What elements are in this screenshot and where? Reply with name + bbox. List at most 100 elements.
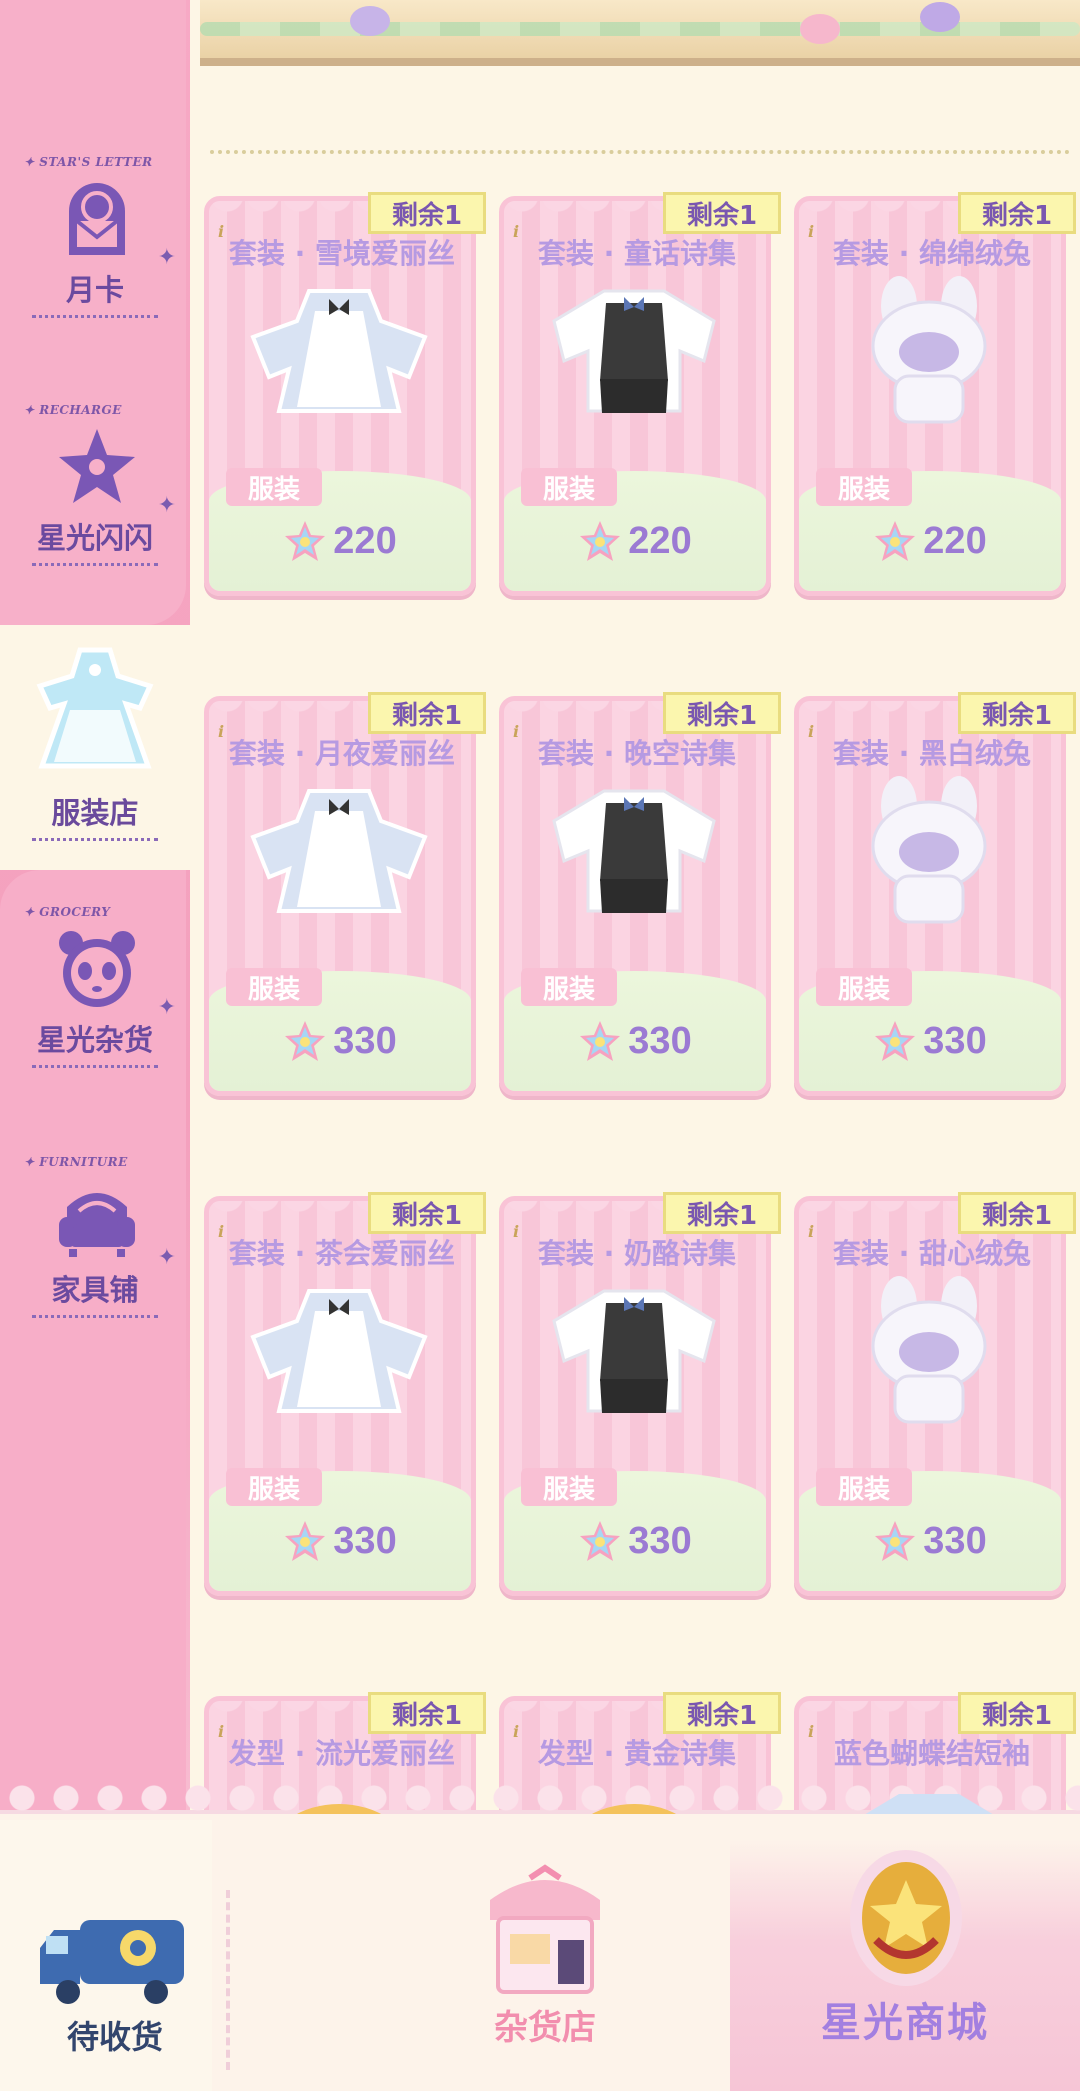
price-tag: 330 <box>499 1514 771 1568</box>
price-tag: 330 <box>794 1014 1066 1068</box>
sidebar-item-label: 服装店 <box>51 796 139 830</box>
star-crystal-icon <box>580 1521 621 1561</box>
sparkle-icon: ✦ <box>157 245 176 270</box>
starlight-mall-label: 星光商城 <box>821 2000 989 2046</box>
star-crystal-icon <box>875 521 916 561</box>
product-title: 套装 · 童话诗集 <box>537 237 737 270</box>
dotted-underline <box>32 838 158 841</box>
flower-icon <box>800 14 840 44</box>
starlight-mall-button[interactable]: 星光商城 <box>730 1840 1080 2091</box>
product-title: 套装 · 茶会爱丽丝 <box>228 1237 456 1270</box>
star-crystal-icon <box>285 521 326 561</box>
product-card[interactable]: 剩余1 i 套装 · 绵绵绒兔 服装 220 <box>794 192 1076 596</box>
sidebar-item-tag: GROCERY <box>24 905 110 919</box>
sidebar-item-label: 星光杂货 <box>36 1023 153 1057</box>
remaining-badge: 剩余1 <box>368 1692 486 1734</box>
price-tag: 220 <box>794 514 1066 568</box>
price-tag: 220 <box>204 514 476 568</box>
product-title: 套装 · 雪境爱丽丝 <box>228 237 456 270</box>
top-banner-decoration <box>200 0 1080 66</box>
price-amount: 330 <box>628 1519 692 1562</box>
product-card[interactable]: 剩余1 i 套装 · 黑白绒兔 服装 330 <box>794 692 1076 1096</box>
product-title: 套装 · 绵绵绒兔 <box>832 237 1032 270</box>
price-amount: 220 <box>923 519 987 562</box>
vest-suit-icon <box>539 276 729 426</box>
sidebar-item-tag: STAR'S LETTER <box>24 155 153 169</box>
product-title: 套装 · 甜心绒兔 <box>832 1237 1032 1270</box>
product-title: 套装 · 月夜爱丽丝 <box>228 737 456 770</box>
grocery-store-button[interactable]: 杂货店 <box>470 1860 620 2060</box>
pending-delivery-button[interactable]: 待收货 <box>40 1900 190 2060</box>
product-card[interactable]: 剩余1 i 套装 · 雪境爱丽丝 服装 220 <box>204 192 486 596</box>
star-crystal-icon <box>285 1021 326 1061</box>
product-card[interactable]: 剩余1 i 套装 · 晚空诗集 服装 330 <box>499 692 781 1096</box>
sidebar-item-label: 月卡 <box>65 273 124 307</box>
remaining-badge: 剩余1 <box>958 192 1076 234</box>
divider <box>210 150 1070 154</box>
price-amount: 330 <box>923 1519 987 1562</box>
sidebar-item-recharge[interactable]: RECHARGE 星光闪闪 ✦ <box>0 403 190 613</box>
remaining-badge: 剩余1 <box>663 1192 781 1234</box>
sparkle-icon: ✦ <box>157 493 176 518</box>
product-title: 发型 · 流光爱丽丝 <box>228 1737 456 1770</box>
grocery-store-label: 杂货店 <box>494 2008 596 2048</box>
sidebar-item-tag: RECHARGE <box>24 403 122 417</box>
star-flower-icon <box>55 425 139 509</box>
category-badge: 服装 <box>521 1468 617 1506</box>
dotted-underline <box>32 315 158 318</box>
price-amount: 330 <box>923 1019 987 1062</box>
sidebar-item-label: 家具铺 <box>51 1273 139 1307</box>
remaining-badge: 剩余1 <box>663 192 781 234</box>
sidebar-item-furniture[interactable]: FURNITURE 家具铺 ✦ <box>0 1155 190 1365</box>
remaining-badge: 剩余1 <box>958 692 1076 734</box>
bunny-costume-icon <box>834 276 1024 426</box>
dress-outfit-icon <box>244 276 434 426</box>
remaining-badge: 剩余1 <box>368 1192 486 1234</box>
pending-delivery-label: 待收货 <box>66 2018 163 2056</box>
product-card[interactable]: 剩余1 i 套装 · 奶酪诗集 服装 330 <box>499 1192 781 1596</box>
category-badge: 服装 <box>521 468 617 506</box>
product-card[interactable]: 剩余1 i 套装 · 茶会爱丽丝 服装 330 <box>204 1192 486 1596</box>
price-amount: 330 <box>333 1019 397 1062</box>
divider <box>226 1890 230 2070</box>
star-crystal-icon <box>875 1521 916 1561</box>
category-badge: 服装 <box>816 968 912 1006</box>
category-badge: 服装 <box>521 968 617 1006</box>
remaining-badge: 剩余1 <box>663 1692 781 1734</box>
product-title: 套装 · 黑白绒兔 <box>832 737 1032 770</box>
product-card[interactable]: 剩余1 i 套装 · 月夜爱丽丝 服装 330 <box>204 692 486 1096</box>
price-tag: 330 <box>204 1014 476 1068</box>
price-amount: 330 <box>333 1519 397 1562</box>
category-badge: 服装 <box>226 1468 322 1506</box>
star-crystal-icon <box>875 1021 916 1061</box>
sparkle-icon: ✦ <box>157 995 176 1020</box>
sidebar-item-grocery[interactable]: GROCERY 星光杂货 ✦ <box>0 905 190 1115</box>
product-title: 蓝色蝴蝶结短袖 <box>833 1737 1030 1770</box>
star-crystal-icon <box>580 1021 621 1061</box>
grocery-shop-icon <box>490 1864 600 1994</box>
hair-icon <box>539 1784 729 1814</box>
flower-icon <box>920 2 960 32</box>
product-card[interactable]: 剩余1 i 套装 · 童话诗集 服装 220 <box>499 192 781 596</box>
category-badge: 服装 <box>226 468 322 506</box>
hair-icon <box>244 1784 434 1814</box>
sidebar-item-monthly-card[interactable]: STAR'S LETTER 月卡 ✦ <box>0 155 190 365</box>
vest-suit-icon <box>539 1276 729 1426</box>
price-amount: 330 <box>628 1019 692 1062</box>
product-card[interactable]: 剩余1 i 套装 · 甜心绒兔 服装 330 <box>794 1192 1076 1596</box>
dress-icon <box>30 640 160 780</box>
dress-outfit-icon <box>244 1276 434 1426</box>
sparkle-icon: ✦ <box>157 1245 176 1270</box>
bunny-costume-icon <box>834 776 1024 926</box>
bunny-costume-icon <box>834 1276 1024 1426</box>
sidebar-item-label: 星光闪闪 <box>36 521 153 555</box>
remaining-badge: 剩余1 <box>368 692 486 734</box>
remaining-badge: 剩余1 <box>958 1192 1076 1234</box>
sidebar-item-tag: FURNITURE <box>24 1155 128 1169</box>
truck-icon <box>40 1920 184 2004</box>
price-tag: 330 <box>499 1014 771 1068</box>
sidebar-item-clothing-store[interactable]: 服装店 <box>0 640 190 850</box>
remaining-badge: 剩余1 <box>368 192 486 234</box>
product-title: 发型 · 黄金诗集 <box>537 1737 737 1770</box>
price-amount: 220 <box>333 519 397 562</box>
